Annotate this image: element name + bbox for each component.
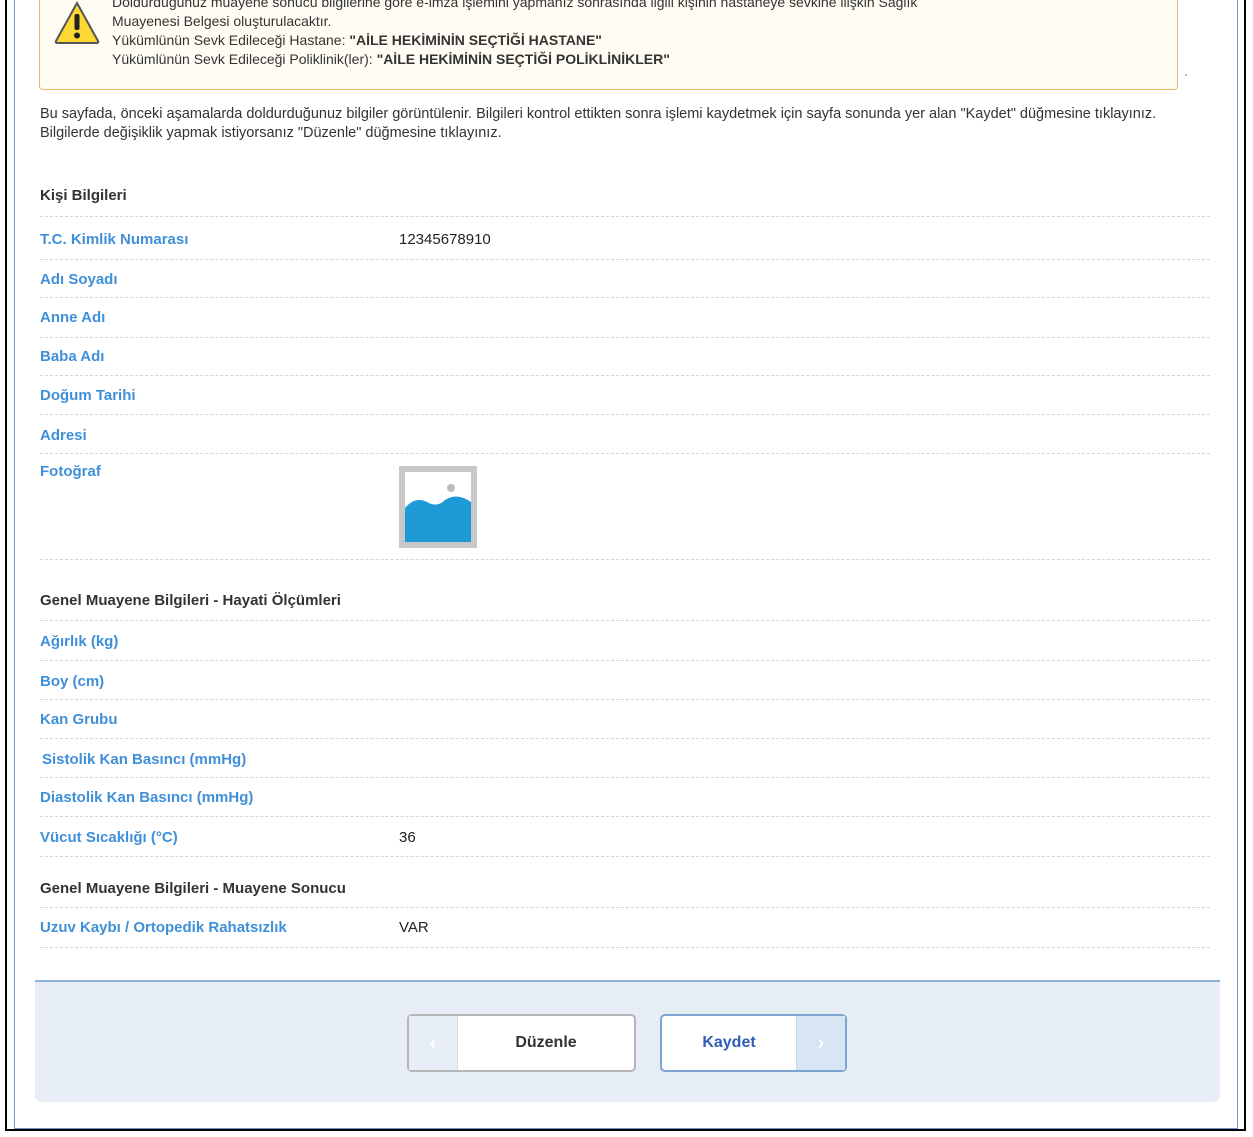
warning-text: Doldurduğunuz muayene sonucu bilgilerine…	[112, 0, 917, 69]
hospital-value: "AİLE HEKİMİNİN SEÇTİĞİ HASTANE"	[349, 32, 602, 48]
warning-box: Doldurduğunuz muayene sonucu bilgilerine…	[39, 0, 1178, 90]
save-button-label: Kaydet	[702, 1034, 756, 1051]
row-divider	[40, 699, 1210, 700]
row-divider	[40, 777, 1210, 778]
image-icon	[405, 472, 471, 542]
mother-label: Anne Adı	[40, 309, 106, 326]
row-divider	[40, 660, 1210, 661]
height-label: Boy (cm)	[40, 673, 105, 690]
row-divider	[40, 738, 1210, 739]
weight-label: Ağırlık (kg)	[40, 633, 119, 650]
row-divider	[40, 216, 1210, 217]
save-button[interactable]: Kaydet ›	[660, 1014, 847, 1072]
row-divider	[40, 856, 1210, 857]
blood-label: Kan Grubu	[40, 711, 118, 728]
section-title-personal: Kişi Bilgileri	[40, 187, 127, 204]
limb-value: VAR	[399, 919, 429, 936]
row-divider	[40, 414, 1210, 415]
tc-label: T.C. Kimlik Numarası	[40, 231, 189, 248]
row-divider	[40, 947, 1210, 948]
chevron-right-icon: ›	[796, 1016, 845, 1070]
row-divider	[40, 816, 1210, 817]
photo-placeholder	[399, 466, 477, 548]
chevron-left-icon: ‹	[409, 1016, 458, 1070]
section-title-result: Genel Muayene Bilgileri - Muayene Sonucu	[40, 880, 346, 897]
decor-dot	[1185, 74, 1187, 76]
section-title-vitals: Genel Muayene Bilgileri - Hayati Ölçümle…	[40, 592, 341, 609]
warning-line-1: Doldurduğunuz muayene sonucu bilgilerine…	[112, 0, 918, 10]
row-divider	[40, 375, 1210, 376]
hospital-label: Yükümlünün Sevk Edileceği Hastane:	[112, 32, 346, 48]
warning-icon	[54, 1, 100, 44]
birth-label: Doğum Tarihi	[40, 387, 136, 404]
row-divider	[40, 620, 1210, 621]
row-divider	[40, 337, 1210, 338]
clinic-value: "AİLE HEKİMİNİN SEÇTİĞİ POLİKLİNİKLER"	[376, 51, 670, 67]
tc-value: 12345678910	[399, 231, 491, 248]
systolic-label: Sistolik Kan Basıncı (mmHg)	[42, 751, 247, 768]
photo-label: Fotoğraf	[40, 463, 101, 480]
clinic-label: Yükümlünün Sevk Edileceği Poliklinik(ler…	[112, 51, 373, 67]
content-frame	[14, 0, 1238, 1129]
diastolic-label: Diastolik Kan Basıncı (mmHg)	[40, 789, 254, 806]
row-divider	[40, 907, 1210, 908]
name-label: Adı Soyadı	[40, 271, 118, 288]
address-label: Adresi	[40, 427, 87, 444]
limb-label: Uzuv Kaybı / Ortopedik Rahatsızlık	[40, 919, 287, 936]
warning-hospital: Yükümlünün Sevk Edileceği Hastane: "AİLE…	[112, 31, 917, 50]
temp-label: Vücut Sıcaklığı (°C)	[40, 829, 178, 846]
warning-clinic: Yükümlünün Sevk Edileceği Poliklinik(ler…	[112, 50, 917, 69]
temp-value: 36	[399, 829, 416, 846]
row-divider	[40, 297, 1210, 298]
edit-button[interactable]: ‹ Düzenle	[407, 1014, 636, 1072]
edit-button-label: Düzenle	[515, 1034, 577, 1051]
father-label: Baba Adı	[40, 348, 105, 365]
intro-text: Bu sayfada, önceki aşamalarda doldurduğu…	[40, 106, 1157, 141]
row-divider	[40, 259, 1210, 260]
row-divider	[40, 559, 1210, 560]
warning-line-2: Muayenesi Belgesi oluşturulacaktır.	[112, 13, 332, 29]
row-divider	[40, 453, 1210, 454]
